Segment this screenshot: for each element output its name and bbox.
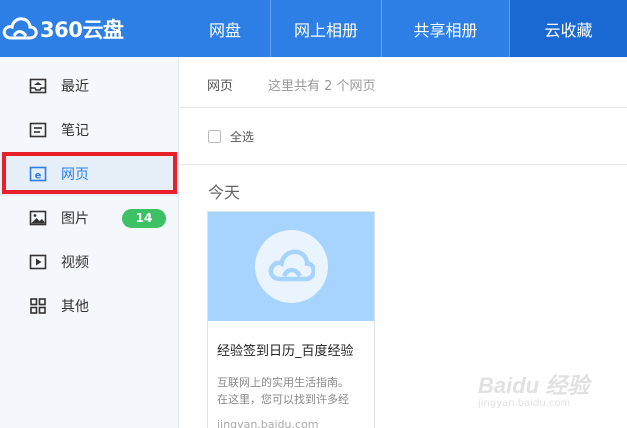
nav-tab-netdisk[interactable]: 网盘	[180, 0, 271, 57]
thumbnail-circle	[255, 230, 328, 303]
webpage-card[interactable]: 经验签到日历_百度经验 互联网上的实用生活指南。 在这里，您可以找到许多经 ji…	[207, 211, 375, 428]
app-window: 360云盘 网盘 网上相册 共享相册 云收藏 最近 笔记 e 网页 图片 14 …	[0, 0, 627, 428]
sidebar-item-label: 图片	[61, 211, 89, 227]
grid-icon	[30, 298, 46, 314]
main-content: 网页 这里共有 2 个网页 全选 今天 经验签到日历_百度经验 互联网上的实用生…	[180, 57, 627, 428]
sidebar-item-label: 视频	[61, 255, 89, 271]
breadcrumb-bar: 网页 这里共有 2 个网页	[180, 57, 627, 108]
logo-text: 360云盘	[40, 17, 124, 42]
inbox-icon	[29, 78, 47, 94]
sidebar: 最近 笔记 e 网页 图片 14 视频 其他	[0, 57, 179, 428]
sidebar-item-label: 最近	[61, 79, 89, 95]
sidebar-item-label: 笔记	[61, 123, 89, 139]
select-all-label[interactable]: 全选	[230, 128, 254, 145]
nav-tab-shared-album[interactable]: 共享相册	[382, 0, 510, 57]
webpage-icon: e	[29, 166, 47, 181]
sidebar-item-images[interactable]: 图片 14	[0, 196, 178, 240]
sidebar-item-label: 网页	[61, 167, 89, 183]
sidebar-item-label: 其他	[61, 299, 89, 315]
nav-tab-cloud-favorites[interactable]: 云收藏	[510, 0, 627, 57]
item-count-text: 这里共有 2 个网页	[268, 79, 376, 94]
day-group-heading: 今天	[208, 183, 241, 202]
sidebar-item-webpages[interactable]: e 网页	[0, 152, 178, 196]
main-nav: 网盘 网上相册 共享相册 云收藏	[180, 0, 627, 57]
note-icon	[29, 122, 47, 138]
sidebar-item-others[interactable]: 其他	[0, 284, 178, 328]
top-bar: 360云盘 网盘 网上相册 共享相册 云收藏	[0, 0, 627, 57]
sidebar-item-videos[interactable]: 视频	[0, 240, 178, 284]
sidebar-item-recent[interactable]: 最近	[0, 64, 178, 108]
select-all-checkbox[interactable]	[208, 130, 221, 143]
cloud-icon	[268, 249, 315, 282]
selection-bar: 全选	[180, 108, 627, 165]
card-thumbnail	[208, 212, 374, 321]
cloud-logo-icon	[2, 16, 38, 39]
image-icon	[29, 210, 47, 226]
nav-tab-online-album[interactable]: 网上相册	[271, 0, 382, 57]
card-description-line: 在这里，您可以找到许多经	[217, 393, 349, 406]
card-url: jingyan.baidu.com	[217, 418, 319, 428]
svg-text:e: e	[35, 170, 42, 181]
logo[interactable]: 360云盘	[0, 0, 180, 57]
sidebar-item-notes[interactable]: 笔记	[0, 108, 178, 152]
card-title: 经验签到日历_百度经验	[217, 344, 354, 359]
card-description-line: 互联网上的实用生活指南。	[217, 376, 349, 389]
video-icon	[29, 254, 47, 270]
image-count-badge: 14	[122, 209, 166, 228]
breadcrumb[interactable]: 网页	[207, 75, 233, 94]
